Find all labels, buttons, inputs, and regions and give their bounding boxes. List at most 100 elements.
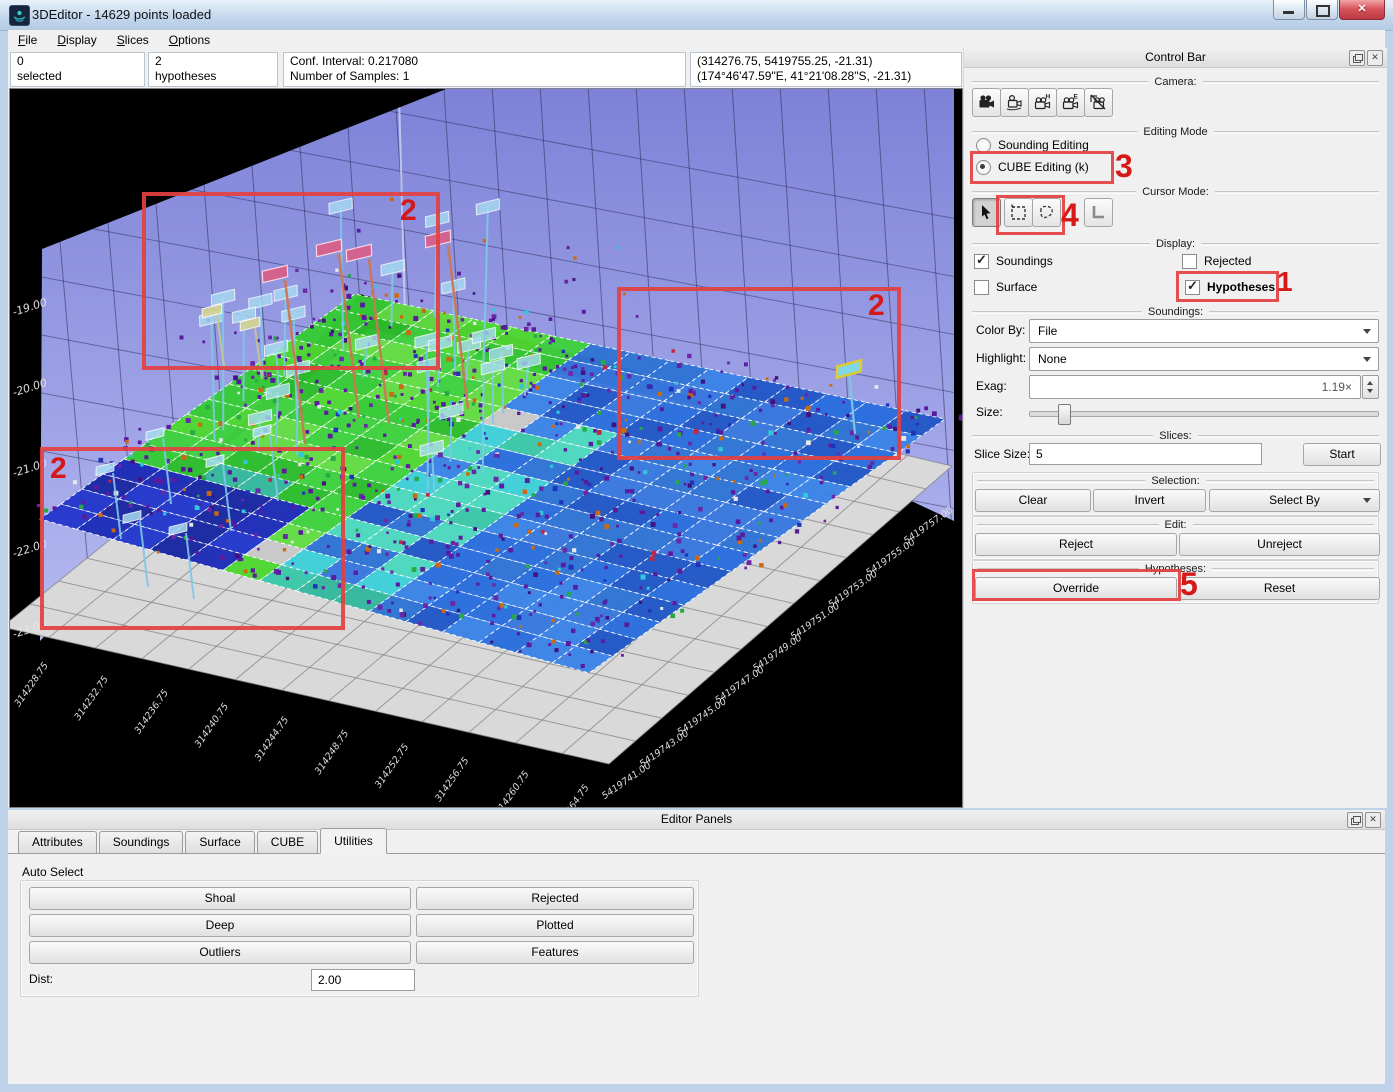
cursor-position-box: (314276.75, 5419755.25, -21.31) (174°46'… [690,52,962,87]
exag-field[interactable]: 1.19× [1029,375,1361,399]
hypotheses-count: 2 [155,54,162,68]
select-by-button[interactable]: Select By [1209,489,1380,512]
tab-surface[interactable]: Surface [185,831,255,853]
radio-circle-selected [976,159,991,175]
lasso-select-icon [1040,205,1053,219]
confidence-box: Conf. Interval: 0.217080 Number of Sampl… [283,52,686,87]
pointer-tool-button[interactable] [972,198,1001,227]
clear-button[interactable]: Clear [975,489,1091,512]
selected-label: selected [17,69,62,83]
tab-utilities[interactable]: Utilities [320,828,387,854]
3d-scene: -19.00-20.00-21.00-22.00-23.00314228.75 3… [1,89,965,831]
close-panel-icon[interactable]: ✕ [1367,50,1383,66]
hypotheses-checkbox[interactable]: Hypotheses [1185,278,1275,296]
soundings-separator: Soundings: [972,306,1379,318]
highlight-dropdown[interactable]: None [1029,347,1379,371]
cube-editing-label: CUBE Editing (k) [998,160,1089,174]
slices-separator: Slices: [972,430,1379,442]
rejected-button[interactable]: Rejected [416,887,694,910]
title-bar: 3DEditor - 14629 points loaded ✕ [0,0,1393,31]
soundings-label: Soundings [996,254,1053,268]
menu-slices[interactable]: Slices [107,31,159,50]
checkbox-checked [974,252,989,269]
select-by-label: Select By [1269,493,1320,507]
camera-solid-button[interactable] [972,88,1001,117]
plotted-button[interactable]: Plotted [416,914,694,937]
svg-text:H: H [1046,94,1051,101]
reset-button[interactable]: Reset [1179,577,1380,600]
minimize-button[interactable] [1273,0,1305,20]
highlight-value: None [1038,352,1067,366]
rejected-checkbox[interactable]: Rejected [1182,252,1251,270]
deep-button[interactable]: Deep [29,914,411,937]
pointer-icon [982,205,991,220]
hypotheses-label: Hypotheses [1207,280,1276,294]
cursor-xyz: (314276.75, 5419755.25, -21.31) [697,54,873,68]
hypotheses-separator: Hypotheses: [977,563,1374,575]
tab-soundings[interactable]: Soundings [98,831,184,853]
tab-cube[interactable]: CUBE [256,831,319,853]
sounding-editing-radio[interactable]: Sounding Editing [976,136,1089,154]
maximize-button[interactable] [1306,0,1338,20]
hypotheses-group: Hypotheses: Override Reset [972,560,1380,604]
edit-group: Edit: Reject Unreject [972,516,1380,560]
unreject-button[interactable]: Unreject [1179,533,1380,556]
close-button[interactable]: ✕ [1339,0,1385,20]
close-panel-icon[interactable]: ✕ [1365,812,1381,828]
hypotheses-label: hypotheses [155,69,217,83]
camera-track-button[interactable] [1000,88,1029,117]
sounding-editing-label: Sounding Editing [998,138,1089,152]
selected-count: 0 [17,54,24,68]
auto-select-group: Shoal Rejected Deep Plotted Outliers Fea… [20,880,699,997]
tab-attributes[interactable]: Attributes [18,831,97,853]
lasso-select-button[interactable] [1032,198,1061,227]
color-by-dropdown[interactable]: File [1029,319,1379,343]
dist-input[interactable]: 2.00 [311,969,415,991]
app-icon [9,5,30,26]
exag-value: 1.19× [1321,380,1352,394]
float-panel-icon[interactable] [1347,812,1363,828]
app-window: 3DEditor - 14629 points loaded ✕ File Di… [0,0,1393,1092]
selection-separator: Selection: [977,475,1374,487]
size-slider-thumb[interactable] [1057,404,1071,425]
camera-home-button[interactable]: H [1028,88,1057,117]
camera-reset-button[interactable] [1084,88,1113,117]
checkbox-unchecked [974,279,989,295]
outliers-button[interactable]: Outliers [29,941,411,964]
override-button[interactable]: Override [975,577,1177,600]
cube-editing-radio[interactable]: CUBE Editing (k) [976,158,1089,176]
hypotheses-count-box: 2 hypotheses [148,52,278,87]
minimize-icon [1283,11,1294,14]
selection-group: Selection: Clear Invert Select By [972,472,1380,516]
camera-end-button[interactable]: E [1056,88,1085,117]
soundings-checkbox[interactable]: Soundings [974,252,1053,270]
float-panel-icon[interactable] [1349,50,1365,66]
conf-interval: Conf. Interval: 0.217080 [290,54,419,68]
menu-display[interactable]: Display [47,31,106,50]
shoal-button[interactable]: Shoal [29,887,411,910]
num-samples: Number of Samples: 1 [290,69,410,83]
rejected-label: Rejected [1204,254,1252,268]
color-by-value: File [1038,324,1058,338]
3d-viewport[interactable]: -19.00 -20.00 -21.00 -22.00 -23.00 314228.75 3… [1,88,965,831]
checkbox-unchecked [1182,253,1197,269]
control-bar-header: Control Bar ✕ [964,48,1387,68]
main-column: 0 selected 2 hypotheses Conf. Interval: … [1,51,965,831]
invert-button[interactable]: Invert [1093,489,1206,512]
slice-size-input[interactable]: 5 [1029,443,1262,465]
reject-button[interactable]: Reject [975,533,1177,556]
menu-file[interactable]: File [8,31,47,50]
edit-separator: Edit: [977,519,1374,531]
surface-checkbox[interactable]: Surface [974,278,1037,296]
chevron-down-icon [1363,357,1371,362]
chevron-down-icon [1363,329,1371,334]
rectangle-select-button[interactable] [1004,198,1033,227]
features-button[interactable]: Features [416,941,694,964]
control-bar: Control Bar ✕ Camera: H E Editing Mode S… [963,48,1387,808]
profile-corner-button[interactable] [1084,198,1113,227]
menu-options[interactable]: Options [159,31,220,50]
size-slider[interactable] [1029,404,1379,425]
start-button[interactable]: Start [1303,443,1381,466]
cursor-geo: (174°46'47.59"E, 41°21'08.28"S, -21.31) [697,69,912,83]
exag-spinner[interactable] [1362,375,1379,399]
